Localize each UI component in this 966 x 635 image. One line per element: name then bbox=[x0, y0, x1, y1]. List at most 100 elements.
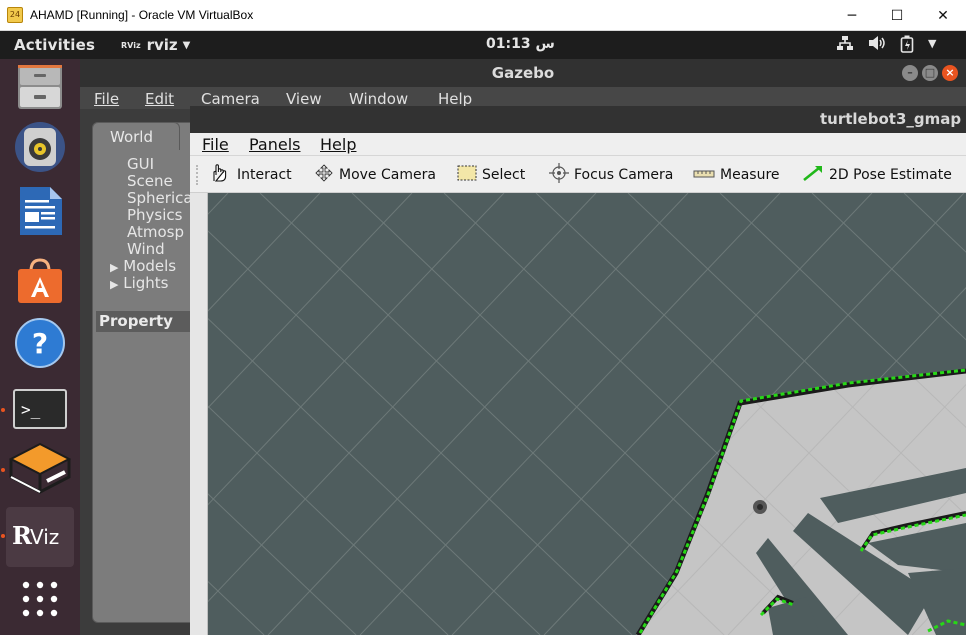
clock[interactable]: 01:13 س bbox=[486, 36, 555, 52]
running-indicator bbox=[1, 468, 5, 472]
grid-line bbox=[208, 193, 356, 635]
app-menu[interactable]: RViz rviz ▼ bbox=[121, 36, 190, 54]
tool-interact-button[interactable]: Interact bbox=[210, 164, 292, 186]
tool-label: Measure bbox=[720, 167, 780, 183]
svg-text:>_: >_ bbox=[21, 400, 41, 419]
tool-label: Interact bbox=[237, 167, 292, 183]
tool-select-button[interactable]: Select bbox=[457, 164, 525, 186]
grid-icon bbox=[20, 579, 60, 623]
grid-line bbox=[208, 193, 448, 635]
gazebo-menu-file[interactable]: File bbox=[94, 90, 119, 108]
tree-item-gui[interactable]: GUI bbox=[127, 155, 154, 173]
rviz-3d-viewport[interactable] bbox=[208, 193, 966, 635]
grid-line bbox=[208, 193, 596, 635]
rviz-menu-panels[interactable]: Panels bbox=[249, 135, 301, 154]
toolbar-grip[interactable] bbox=[196, 165, 200, 185]
dock-item-software[interactable] bbox=[6, 253, 74, 313]
dock-item-rviz[interactable]: R Viz bbox=[1, 507, 74, 567]
occupancy-map-view bbox=[208, 193, 966, 635]
volume-icon bbox=[868, 35, 886, 57]
menu-label: File bbox=[94, 90, 120, 108]
rviz-title: turtlebot3_gmap bbox=[820, 110, 962, 128]
chevron-down-icon: ▼ bbox=[928, 37, 937, 50]
grid-line bbox=[208, 193, 321, 312]
rviz-title-bar: turtlebot3_gmap bbox=[190, 106, 966, 133]
close-button[interactable]: ✕ bbox=[920, 0, 966, 31]
dock-item-terminal[interactable]: >_ bbox=[1, 381, 74, 441]
dock-item-files[interactable] bbox=[6, 59, 74, 119]
property-header: Property bbox=[96, 311, 196, 332]
running-indicator bbox=[1, 534, 5, 538]
dock-item-gazebo[interactable] bbox=[1, 441, 74, 501]
hand-pointer-icon bbox=[210, 164, 232, 186]
menu-label: Edit bbox=[145, 90, 175, 108]
battery-icon bbox=[900, 35, 914, 57]
tool-label: Focus Camera bbox=[574, 167, 674, 183]
tool-label: Select bbox=[482, 167, 526, 183]
grid-line bbox=[208, 193, 228, 635]
tree-item-models[interactable]: ▶ Models bbox=[110, 257, 176, 275]
window-title: AHAMD [Running] - Oracle VM VirtualBox bbox=[30, 8, 254, 22]
tool-move-camera-button[interactable]: Move Camera bbox=[314, 164, 436, 186]
virtualbox-icon: 24 bbox=[7, 7, 23, 23]
grid-line bbox=[208, 493, 357, 635]
tab-world[interactable]: World bbox=[92, 122, 180, 150]
tool-focus-camera-button[interactable]: Focus Camera bbox=[549, 163, 674, 187]
gazebo-title: Gazebo bbox=[491, 64, 555, 82]
menu-label: Panels bbox=[249, 135, 301, 154]
grid-line bbox=[208, 405, 449, 635]
grid-line bbox=[208, 193, 632, 635]
tree-item-label: Lights bbox=[123, 274, 169, 292]
gazebo-minimize-button[interactable]: – bbox=[902, 65, 918, 81]
dock-item-show-apps[interactable] bbox=[6, 571, 74, 631]
tree-item-wind[interactable]: Wind bbox=[127, 240, 165, 258]
tree-item-spherical[interactable]: Spherica bbox=[127, 189, 193, 207]
gazebo-title-bar: Gazebo – □ × bbox=[80, 59, 966, 87]
rviz-mini-icon: RViz bbox=[121, 40, 141, 50]
ubuntu-top-bar: Activities RViz rviz ▼ 01:13 س ▼ bbox=[0, 31, 966, 59]
grid-line bbox=[208, 193, 504, 635]
gazebo-icon bbox=[8, 441, 72, 501]
rviz-left-splitter[interactable] bbox=[190, 193, 208, 635]
minimize-button[interactable]: ─ bbox=[829, 0, 875, 31]
move-camera-icon bbox=[314, 164, 334, 186]
rviz-icon: R Viz bbox=[10, 518, 70, 556]
tree-item-physics[interactable]: Physics bbox=[127, 206, 182, 224]
dock-item-rhythmbox[interactable] bbox=[6, 119, 74, 179]
tool-measure-button[interactable]: Measure bbox=[693, 164, 780, 186]
chevron-down-icon: ▼ bbox=[182, 39, 191, 51]
grid-line bbox=[208, 193, 229, 215]
svg-text:Viz: Viz bbox=[30, 525, 59, 549]
expand-arrow-icon[interactable]: ▶ bbox=[110, 261, 118, 274]
document-icon bbox=[16, 186, 64, 240]
tree-item-lights[interactable]: ▶ Lights bbox=[110, 274, 169, 292]
tree-item-atmosphere[interactable]: Atmosp bbox=[127, 223, 184, 241]
host-title-bar: 24 AHAMD [Running] - Oracle VM VirtualBo… bbox=[0, 0, 966, 31]
focus-target-icon bbox=[549, 163, 569, 187]
terminal-icon: >_ bbox=[13, 389, 67, 433]
rviz-menu-file[interactable]: File bbox=[202, 135, 229, 154]
running-indicator bbox=[1, 408, 5, 412]
gazebo-close-button[interactable]: × bbox=[942, 65, 958, 81]
gazebo-maximize-button[interactable]: □ bbox=[922, 65, 938, 81]
grid-line bbox=[208, 193, 320, 635]
network-icon bbox=[836, 35, 854, 57]
grid-line bbox=[267, 193, 689, 635]
ruler-icon bbox=[693, 167, 715, 183]
svg-text:?: ? bbox=[32, 327, 48, 360]
ubuntu-dock: ? >_ R Viz bbox=[0, 59, 80, 635]
green-arrow-icon bbox=[802, 164, 824, 186]
maximize-button[interactable]: ☐ bbox=[874, 0, 920, 31]
dock-item-help[interactable]: ? bbox=[6, 315, 74, 375]
expand-arrow-icon[interactable]: ▶ bbox=[110, 278, 118, 291]
gazebo-menu-edit[interactable]: Edit bbox=[145, 90, 174, 108]
tree-item-scene[interactable]: Scene bbox=[127, 172, 173, 190]
tool-2d-pose-estimate-button[interactable]: 2D Pose Estimate bbox=[802, 164, 952, 186]
activities-button[interactable]: Activities bbox=[14, 36, 95, 54]
gazebo-window-controls: – □ × bbox=[902, 65, 958, 81]
grid-line bbox=[208, 193, 597, 603]
file-cabinet-icon bbox=[14, 63, 66, 115]
rviz-menu-help[interactable]: Help bbox=[320, 135, 356, 154]
dock-item-writer[interactable] bbox=[6, 183, 74, 243]
system-indicators[interactable]: ▼ bbox=[836, 35, 936, 57]
